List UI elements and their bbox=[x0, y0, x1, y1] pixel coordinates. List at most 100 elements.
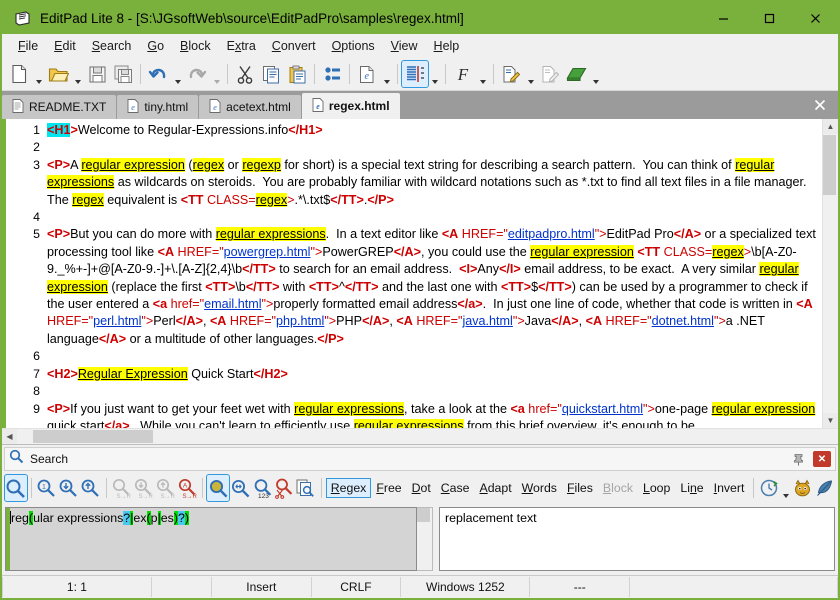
highlight-all-icon[interactable] bbox=[206, 474, 231, 502]
menu-go[interactable]: Go bbox=[139, 36, 172, 56]
editor-line[interactable]: 8 bbox=[6, 383, 822, 400]
feather-icon[interactable] bbox=[813, 475, 835, 501]
minimize-button[interactable] bbox=[700, 3, 746, 33]
option-words[interactable]: Words bbox=[518, 479, 561, 497]
tab-acetext-html[interactable]: e acetext.html bbox=[199, 95, 301, 119]
close-search-panel-button[interactable]: ✕ bbox=[813, 451, 831, 467]
edit-syntax-dropdown[interactable] bbox=[524, 58, 537, 91]
line-text[interactable] bbox=[47, 383, 822, 400]
font-dropdown[interactable] bbox=[476, 58, 489, 91]
tab-readme-txt[interactable]: README.TXT bbox=[2, 95, 117, 119]
replace-previous-icon[interactable]: S→R bbox=[154, 475, 176, 501]
replace-icon[interactable]: S→R bbox=[111, 475, 133, 501]
save-file-icon[interactable] bbox=[84, 61, 110, 87]
cut-icon[interactable] bbox=[232, 61, 258, 87]
undo-icon[interactable] bbox=[145, 61, 171, 87]
replace-input[interactable]: replacement text bbox=[439, 507, 835, 571]
menu-block[interactable]: Block bbox=[172, 36, 219, 56]
menu-help[interactable]: Help bbox=[426, 36, 468, 56]
book-icon[interactable] bbox=[563, 61, 589, 87]
editor-line[interactable]: 3 <P>A regular expression (regex or regex… bbox=[6, 157, 822, 209]
history-icon[interactable] bbox=[758, 475, 780, 501]
open-file-icon[interactable] bbox=[45, 61, 71, 87]
replace-next-icon[interactable]: S→R bbox=[132, 475, 154, 501]
close-button[interactable] bbox=[792, 3, 838, 33]
option-regex[interactable]: Regex bbox=[325, 478, 372, 498]
editor-line[interactable]: 7 <H2>Regular Expression Quick Start</H2> bbox=[6, 366, 822, 383]
line-text[interactable] bbox=[47, 209, 822, 226]
option-adapt[interactable]: Adapt bbox=[476, 479, 516, 497]
redo-dropdown[interactable] bbox=[210, 58, 223, 91]
browser-preview-dropdown[interactable] bbox=[380, 58, 393, 91]
find-icon[interactable] bbox=[4, 474, 28, 502]
new-file-icon[interactable] bbox=[6, 61, 32, 87]
editor-line[interactable]: 6 bbox=[6, 348, 822, 365]
option-line[interactable]: Line bbox=[676, 479, 707, 497]
maximize-button[interactable] bbox=[746, 3, 792, 33]
hscroll-thumb[interactable] bbox=[33, 430, 153, 443]
book-dropdown[interactable] bbox=[589, 58, 602, 91]
menu-view[interactable]: View bbox=[383, 36, 426, 56]
search-input-scrollbar[interactable] bbox=[417, 507, 433, 571]
collapse-matches-icon[interactable] bbox=[229, 475, 251, 501]
find-first-icon[interactable]: 1 bbox=[36, 475, 58, 501]
editor-line[interactable]: 5 <P>But you can do more with regular exp… bbox=[6, 226, 822, 348]
option-invert[interactable]: Invert bbox=[710, 479, 749, 497]
regexbuddy-icon[interactable] bbox=[791, 475, 813, 501]
history-dropdown[interactable] bbox=[780, 472, 791, 505]
menu-options[interactable]: Options bbox=[324, 36, 383, 56]
editor-line[interactable]: 9 <P>If you just want to get your feet we… bbox=[6, 401, 822, 428]
menu-extra[interactable]: Extra bbox=[219, 36, 264, 56]
option-files[interactable]: Files bbox=[563, 479, 597, 497]
menu-convert[interactable]: Convert bbox=[264, 36, 324, 56]
line-text[interactable] bbox=[47, 139, 822, 156]
open-file-dropdown[interactable] bbox=[71, 58, 84, 91]
font-icon[interactable]: F bbox=[450, 61, 476, 87]
menu-search[interactable]: Search bbox=[84, 36, 140, 56]
tab-regex-html[interactable]: e regex.html bbox=[301, 93, 400, 119]
edit-scheme-icon[interactable] bbox=[537, 61, 563, 87]
paste-icon[interactable] bbox=[284, 61, 310, 87]
text-editor[interactable]: 1 <H1>Welcome to Regular-Expressions.info… bbox=[6, 119, 822, 428]
editor-vertical-scrollbar[interactable]: ▲ ▼ bbox=[822, 119, 838, 428]
tab-tiny-html[interactable]: e tiny.html bbox=[117, 95, 199, 119]
option-dot[interactable]: Dot bbox=[408, 479, 435, 497]
menu-file[interactable]: File bbox=[10, 36, 46, 56]
save-all-icon[interactable] bbox=[110, 61, 136, 87]
browser-preview-icon[interactable]: e bbox=[354, 61, 380, 87]
line-text[interactable]: <H1>Welcome to Regular-Expressions.info<… bbox=[47, 122, 822, 139]
pin-icon[interactable] bbox=[789, 450, 807, 468]
copy-matches-icon[interactable] bbox=[295, 475, 317, 501]
redo-icon[interactable] bbox=[184, 61, 210, 87]
find-next-icon[interactable] bbox=[58, 475, 80, 501]
count-matches-icon[interactable]: 123 bbox=[251, 475, 273, 501]
line-numbers-dropdown[interactable] bbox=[428, 58, 441, 91]
find-previous-icon[interactable] bbox=[80, 475, 102, 501]
undo-dropdown[interactable] bbox=[171, 58, 184, 91]
line-text[interactable]: <P>But you can do more with regular expr… bbox=[47, 226, 822, 348]
clipboard-history-icon[interactable] bbox=[319, 61, 345, 87]
editor-line[interactable]: 2 bbox=[6, 139, 822, 156]
copy-icon[interactable] bbox=[258, 61, 284, 87]
editor-horizontal-scrollbar[interactable]: ◀ bbox=[2, 428, 838, 444]
scroll-up-button[interactable]: ▲ bbox=[823, 119, 838, 134]
line-text[interactable]: <H2>Regular Expression Quick Start</H2> bbox=[47, 366, 822, 383]
search-input-scroll-thumb[interactable] bbox=[417, 508, 430, 522]
scroll-down-button[interactable]: ▼ bbox=[823, 413, 838, 428]
replace-all-icon[interactable]: A S→R bbox=[176, 475, 198, 501]
cut-matches-icon[interactable] bbox=[273, 475, 295, 501]
option-free[interactable]: Free bbox=[372, 479, 405, 497]
close-tab-icon[interactable] bbox=[802, 91, 838, 119]
scroll-thumb[interactable] bbox=[823, 135, 836, 195]
editor-line[interactable]: 4 bbox=[6, 209, 822, 226]
menu-edit[interactable]: Edit bbox=[46, 36, 84, 56]
option-loop[interactable]: Loop bbox=[639, 479, 674, 497]
edit-syntax-icon[interactable] bbox=[498, 61, 524, 87]
line-numbers-icon[interactable] bbox=[401, 60, 429, 88]
line-text[interactable] bbox=[47, 348, 822, 365]
scroll-left-button[interactable]: ◀ bbox=[2, 429, 17, 444]
option-case[interactable]: Case bbox=[437, 479, 474, 497]
search-input[interactable]: reg(ular expressions?|ex(p|es)?) bbox=[5, 507, 417, 571]
editor-line[interactable]: 1 <H1>Welcome to Regular-Expressions.info… bbox=[6, 122, 822, 139]
line-text[interactable]: <P>A regular expression (regex or regexp… bbox=[47, 157, 822, 209]
